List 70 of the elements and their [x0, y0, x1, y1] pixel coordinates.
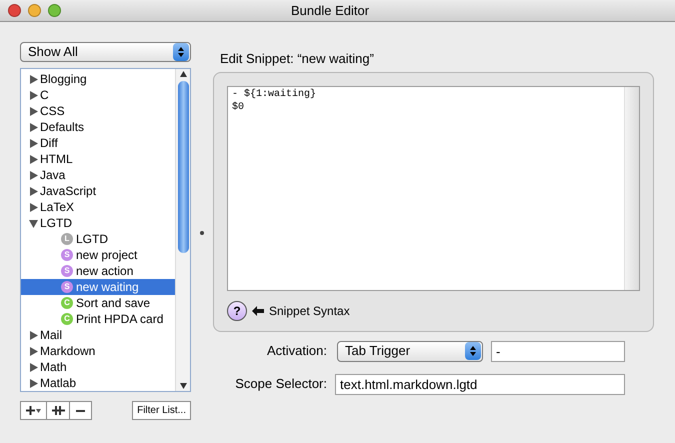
collapsed-triangle-icon[interactable] — [29, 202, 38, 212]
collapsed-triangle-icon[interactable] — [29, 362, 38, 372]
collapsed-triangle-icon[interactable] — [29, 106, 38, 116]
collapsed-triangle-icon[interactable] — [29, 170, 38, 180]
editor-heading: Edit Snippet: “new waiting” — [220, 50, 375, 67]
list-item[interactable]: HTML — [21, 151, 175, 167]
list-item[interactable]: LaTeX — [21, 199, 175, 215]
collapsed-triangle-icon[interactable] — [29, 186, 38, 196]
code-line: - ${1:waiting} — [232, 88, 318, 101]
filter-popup[interactable]: Show All — [20, 42, 191, 62]
item-type-badge: S — [61, 281, 73, 293]
window-title: Bundle Editor — [291, 2, 370, 20]
list-item[interactable]: Math — [21, 359, 175, 375]
popup-arrows-icon — [173, 43, 189, 61]
popup-arrows-icon — [465, 342, 481, 360]
add-button[interactable] — [20, 401, 47, 420]
item-type-badge: C — [61, 313, 73, 325]
list-item[interactable]: LGTD — [21, 215, 175, 231]
list-item[interactable]: Defaults — [21, 119, 175, 135]
list-item[interactable]: Diff — [21, 135, 175, 151]
list-item[interactable]: Mail — [21, 327, 175, 343]
left-arrow-icon — [252, 306, 264, 316]
splitter-handle-icon[interactable] — [200, 230, 204, 234]
double-plus-icon — [52, 406, 64, 415]
tab-trigger-field[interactable]: - — [491, 340, 625, 362]
activation-popup[interactable]: Tab Trigger — [337, 340, 483, 362]
list-item[interactable]: C Sort and save — [21, 295, 175, 311]
list-item[interactable]: S new project — [21, 247, 175, 263]
collapsed-triangle-icon[interactable] — [29, 90, 38, 100]
scroll-bar[interactable] — [624, 87, 639, 290]
list-item[interactable]: S new action — [21, 263, 175, 279]
snippet-text-area[interactable]: - ${1:waiting} $0 — [227, 86, 640, 291]
item-type-badge: L — [61, 233, 73, 245]
list-item[interactable]: Blogging — [21, 71, 175, 87]
collapsed-triangle-icon[interactable] — [29, 330, 38, 340]
snippet-syntax-link[interactable]: Snippet Syntax — [269, 302, 350, 320]
collapsed-triangle-icon[interactable] — [29, 154, 38, 164]
list-item[interactable]: C Print HPDA card — [21, 311, 175, 327]
scroll-bar[interactable] — [175, 69, 190, 391]
plus-icon — [26, 406, 35, 415]
list-item[interactable]: Markdown — [21, 343, 175, 359]
list-item[interactable]: S new waiting — [21, 279, 175, 295]
code-line: $0 — [232, 101, 246, 114]
zoom-button[interactable] — [48, 4, 61, 17]
item-type-badge: S — [61, 265, 73, 277]
list-item[interactable]: Matlab — [21, 375, 175, 391]
collapsed-triangle-icon[interactable] — [29, 74, 38, 84]
caret-icon — [36, 408, 41, 412]
list-item[interactable]: Java — [21, 167, 175, 183]
minus-icon — [76, 410, 85, 412]
minimize-button[interactable] — [28, 4, 41, 17]
help-button[interactable]: ? — [227, 301, 247, 321]
activation-label: Activation: — [266, 342, 327, 360]
add-child-button[interactable] — [47, 401, 70, 420]
scope-selector-label: Scope Selector: — [234, 375, 327, 394]
collapsed-triangle-icon[interactable] — [29, 346, 38, 356]
remove-button[interactable] — [70, 401, 92, 420]
item-type-badge: S — [61, 249, 73, 261]
close-button[interactable] — [8, 4, 21, 17]
scope-selector-field[interactable]: text.html.markdown.lgtd — [335, 374, 625, 394]
list-item[interactable]: JavaScript — [21, 183, 175, 199]
filter-list-button[interactable]: Filter List... — [132, 401, 191, 420]
item-type-badge: C — [61, 297, 73, 309]
list-item[interactable]: C — [21, 87, 175, 103]
expanded-triangle-icon[interactable] — [29, 218, 38, 228]
list-item[interactable]: L LGTD — [21, 231, 175, 247]
collapsed-triangle-icon[interactable] — [29, 378, 38, 388]
list-item[interactable]: CSS — [21, 103, 175, 119]
collapsed-triangle-icon[interactable] — [29, 122, 38, 132]
collapsed-triangle-icon[interactable] — [29, 138, 38, 148]
